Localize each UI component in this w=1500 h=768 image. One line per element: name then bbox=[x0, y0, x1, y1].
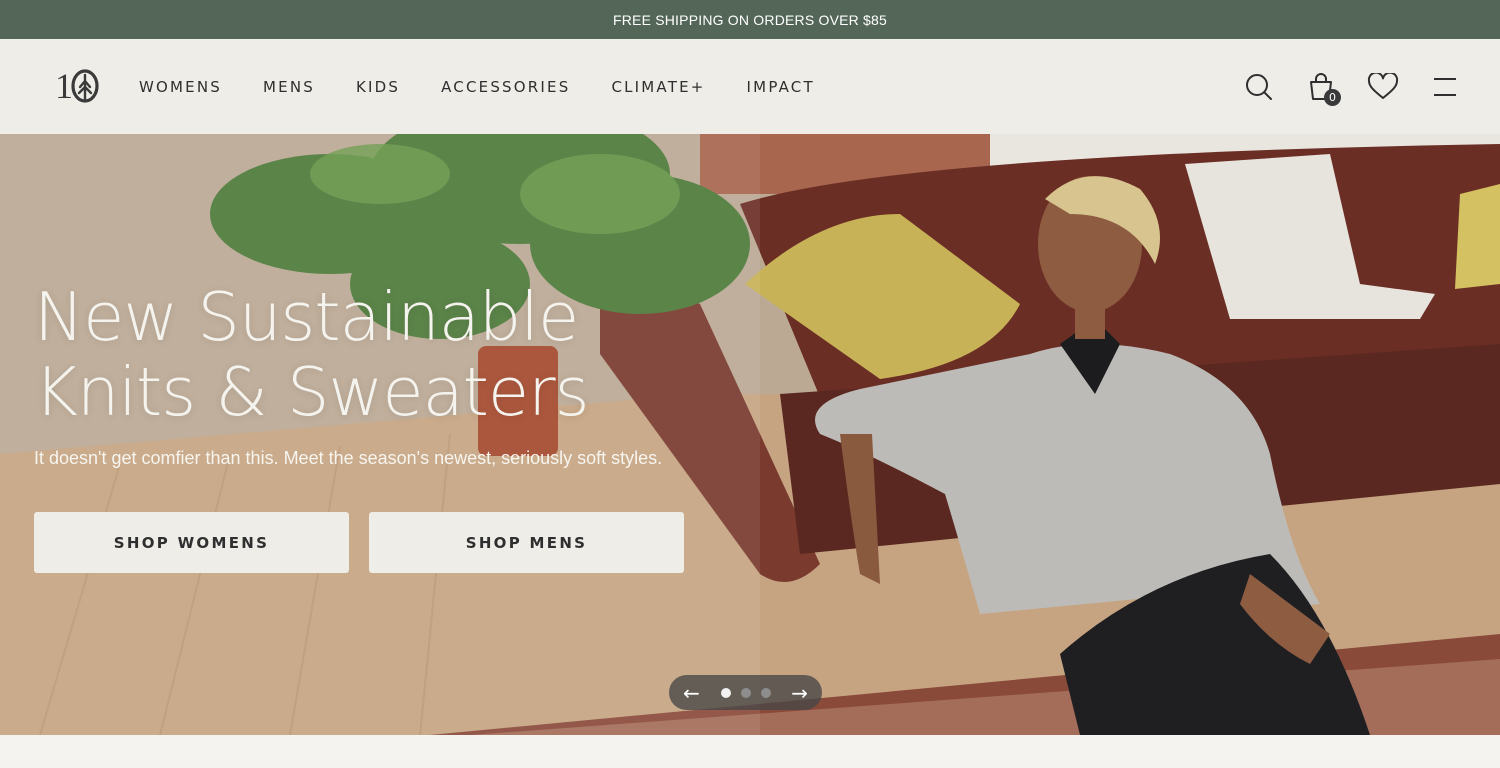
heart-icon bbox=[1367, 72, 1399, 99]
cart-count-badge: 0 bbox=[1324, 88, 1341, 106]
hero-buttons: SHOP WOMENS SHOP MENS bbox=[34, 512, 684, 573]
carousel-controls: ← → bbox=[669, 675, 822, 710]
header-actions: 0 bbox=[1228, 39, 1476, 134]
menu-icon bbox=[1434, 77, 1456, 96]
hero-title-line-2: Knits & Sweaters bbox=[34, 353, 590, 431]
shop-mens-button[interactable]: SHOP MENS bbox=[369, 512, 684, 573]
announcement-text: FREE SHIPPING ON ORDERS OVER $85 bbox=[612, 11, 888, 28]
logo-tree-icon bbox=[71, 69, 99, 103]
nav-accessories[interactable]: ACCESSORIES bbox=[441, 78, 570, 96]
nav-womens[interactable]: WOMENS bbox=[139, 78, 222, 96]
search-button[interactable] bbox=[1228, 67, 1290, 107]
main-nav: WOMENS MENS KIDS ACCESSORIES CLIMATE+ IM… bbox=[139, 39, 815, 134]
cart-button[interactable]: 0 bbox=[1290, 67, 1352, 107]
nav-kids[interactable]: KIDS bbox=[356, 78, 400, 96]
carousel-prev-icon[interactable]: ← bbox=[683, 683, 700, 703]
brand-logo[interactable]: 1 bbox=[55, 68, 103, 104]
hero-title: New Sustainable Knits & Sweaters bbox=[34, 280, 662, 430]
page-below-hero bbox=[0, 735, 1500, 768]
hero-title-line-1: New Sustainable bbox=[34, 278, 579, 356]
hero-subtitle: It doesn't get comfier than this. Meet t… bbox=[34, 448, 663, 468]
search-icon bbox=[1246, 73, 1272, 100]
nav-mens[interactable]: MENS bbox=[263, 78, 315, 96]
carousel-dot-3[interactable] bbox=[760, 687, 771, 698]
carousel-dot-1[interactable] bbox=[720, 687, 731, 698]
shop-womens-button[interactable]: SHOP WOMENS bbox=[34, 512, 349, 573]
carousel-dot-2[interactable] bbox=[740, 687, 751, 698]
announcement-bar: FREE SHIPPING ON ORDERS OVER $85 bbox=[0, 0, 1500, 39]
menu-button[interactable] bbox=[1414, 67, 1476, 107]
hero-banner: New Sustainable Knits & Sweaters It does… bbox=[0, 134, 1500, 735]
carousel-next-icon[interactable]: → bbox=[791, 683, 808, 703]
nav-climate[interactable]: CLIMATE+ bbox=[611, 78, 705, 96]
logo-digit: 1 bbox=[55, 66, 73, 106]
site-header: 1 WOMENS MENS KIDS ACCESSORIES CLIMATE+ … bbox=[0, 39, 1500, 134]
hero-copy: New Sustainable Knits & Sweaters It does… bbox=[34, 280, 662, 469]
carousel-dots bbox=[720, 687, 771, 698]
wishlist-button[interactable] bbox=[1352, 67, 1414, 107]
nav-impact[interactable]: IMPACT bbox=[747, 78, 815, 96]
